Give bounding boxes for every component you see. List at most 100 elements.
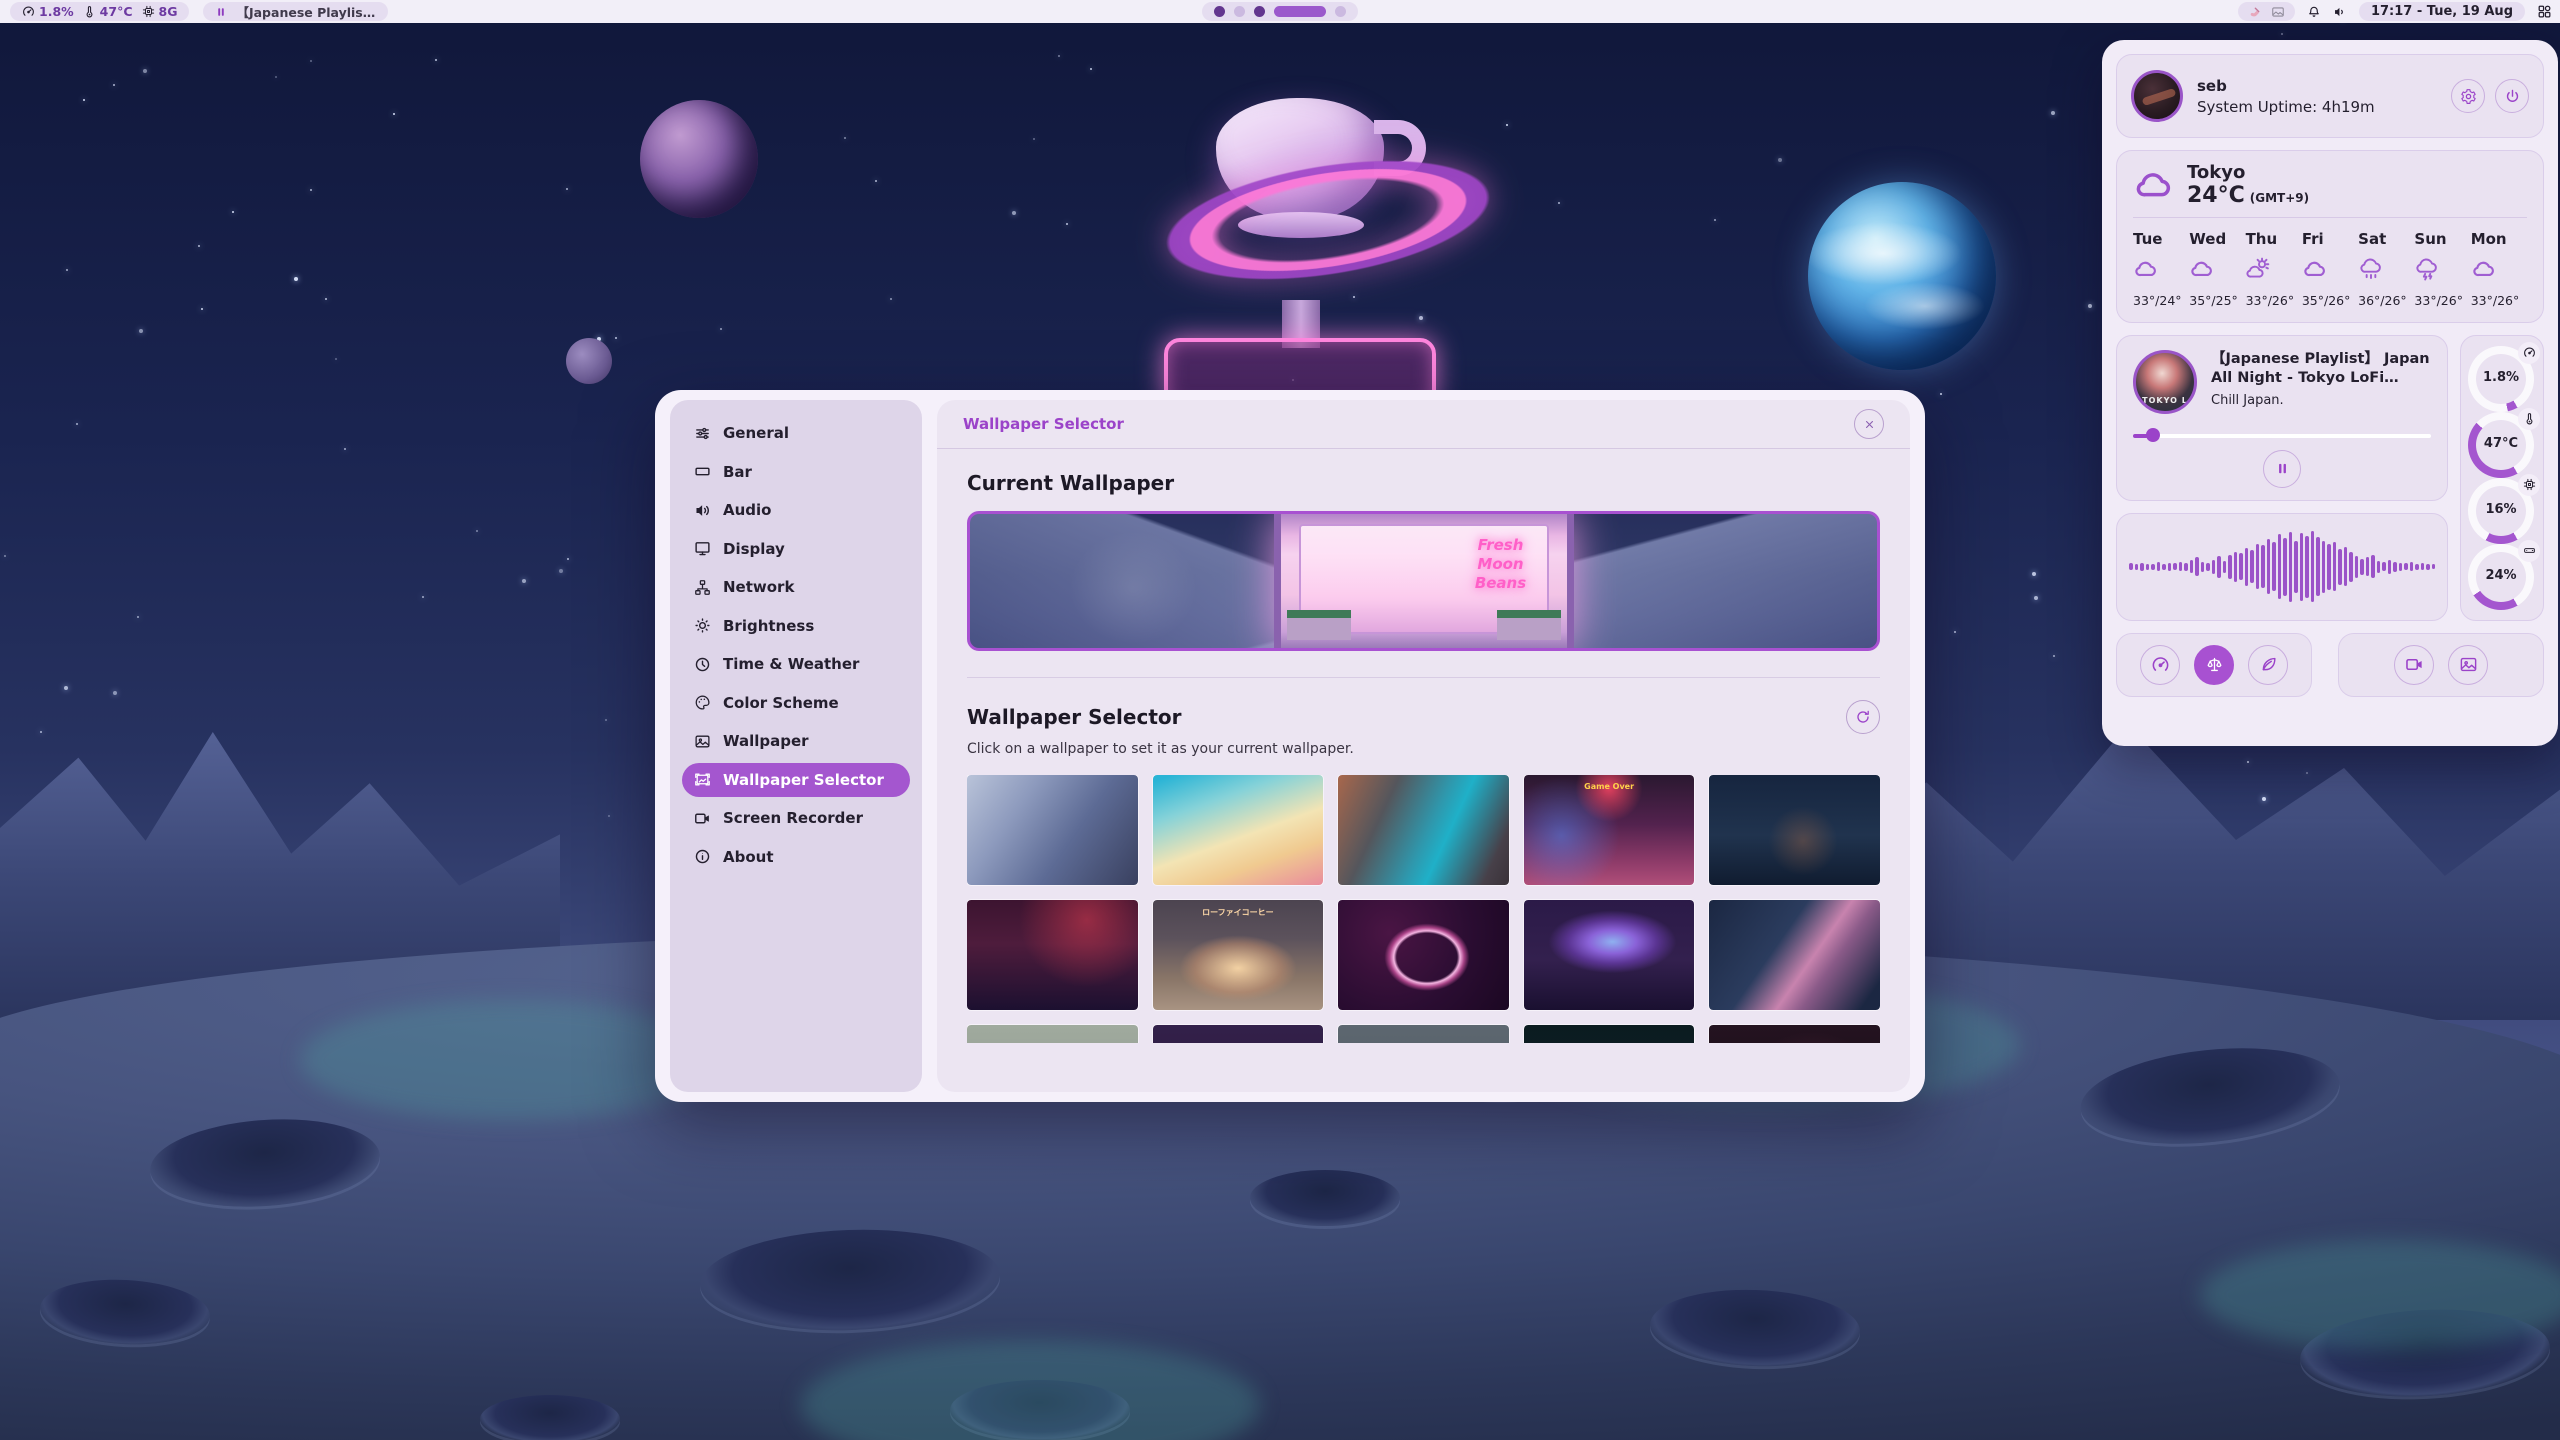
wallpaper-thumbnail-dark-teal[interactable]: [1524, 1025, 1695, 1043]
waveform-bar: [2371, 555, 2375, 578]
waveform-bar: [2217, 556, 2221, 578]
wallpaper-thumbnail-dark-maroon[interactable]: [1709, 1025, 1880, 1043]
sidebar-item-brightness[interactable]: Brightness: [682, 609, 910, 643]
display-icon: [694, 540, 711, 557]
workspace-dot-3[interactable]: [1254, 6, 1265, 17]
waveform-bar: [2366, 557, 2370, 576]
sidebar-item-audio[interactable]: Audio: [682, 493, 910, 527]
power-icon: [2504, 88, 2521, 105]
forecast-day-label: Tue: [2133, 230, 2189, 248]
wallpaper-thumbnail-purple-glow-ring[interactable]: [1338, 900, 1509, 1010]
waveform-bar: [2195, 557, 2199, 576]
notifications-bell-icon[interactable]: [2307, 5, 2321, 19]
sidebar-item-bar[interactable]: Bar: [682, 455, 910, 489]
action-wallpaper-button[interactable]: [2448, 645, 2488, 685]
sidebar-item-general[interactable]: General: [682, 416, 910, 450]
sidebar-item-display[interactable]: Display: [682, 532, 910, 566]
pause-button[interactable]: [2263, 450, 2301, 488]
forecast-temps: 33°/26°: [2471, 293, 2527, 308]
waveform-bar: [2305, 536, 2309, 598]
user-name: seb: [2197, 77, 2375, 95]
volume-icon[interactable]: [2333, 5, 2347, 19]
power-button[interactable]: [2495, 79, 2529, 113]
profile-performance-button[interactable]: [2140, 645, 2180, 685]
wallpaper-thumbnail-lofi-coffee-shop[interactable]: ローファイコーヒー: [1153, 900, 1324, 1010]
profile-power-saver-button[interactable]: [2248, 645, 2288, 685]
workspace-dot-5[interactable]: [1335, 6, 1346, 17]
forecast-day-sat: Sat36°/26°: [2358, 230, 2414, 308]
stat-ring-gauge: 1.8%: [2468, 346, 2536, 412]
sidebar-item-screen-recorder[interactable]: Screen Recorder: [682, 801, 910, 835]
star: [325, 298, 327, 300]
weather-temperature: 24°C: [2187, 184, 2245, 207]
star: [890, 298, 892, 300]
star: [1558, 202, 1560, 204]
system-tray[interactable]: [2238, 2, 2295, 21]
waveform-bar: [2272, 542, 2276, 591]
storm-icon: [2414, 256, 2470, 286]
gauge-icon: [2151, 655, 2170, 674]
wallpaper-thumbnail-neon-arcade-alley[interactable]: Game Over: [1524, 775, 1695, 885]
sidebar-item-about[interactable]: About: [682, 840, 910, 874]
workspace-dot-1[interactable]: [1214, 6, 1225, 17]
close-button[interactable]: [1854, 409, 1884, 439]
workspace-indicator[interactable]: [1202, 2, 1358, 21]
system-stats-card: 1.8%47°C16%24%: [2460, 335, 2544, 621]
avatar: [2131, 70, 2183, 122]
media-pill[interactable]: 【Japanese Playlist】 J...: [203, 2, 388, 21]
wallpaper-thumbnail-sage-field[interactable]: [967, 1025, 1138, 1043]
cloud-glyph-icon: [2471, 256, 2497, 282]
gauge-badge: [2518, 342, 2540, 364]
video-icon: [2405, 655, 2424, 674]
clock-pill[interactable]: 17:17 - Tue, 19 Aug: [2359, 2, 2525, 21]
temp-stat: 47°C: [83, 4, 133, 19]
star: [2247, 761, 2249, 763]
star: [310, 60, 312, 62]
settings-button[interactable]: [2451, 79, 2485, 113]
star: [232, 211, 234, 213]
pause-icon[interactable]: [215, 6, 227, 18]
refresh-button[interactable]: [1846, 700, 1880, 734]
sidebar-item-network[interactable]: Network: [682, 570, 910, 604]
sidebar-item-time-weather[interactable]: Time & Weather: [682, 647, 910, 681]
media-progress-slider[interactable]: [2133, 428, 2431, 442]
workspace-dot-2[interactable]: [1234, 6, 1245, 17]
star: [294, 277, 298, 281]
wallpaper-thumbnail-dark-snowy-village[interactable]: [1709, 775, 1880, 885]
waveform-bar: [2234, 552, 2238, 582]
star: [83, 99, 85, 101]
sidebar-item-wallpaper[interactable]: Wallpaper: [682, 724, 910, 758]
wallpaper-thumbnail-slate-minimal[interactable]: [1338, 1025, 1509, 1043]
sidebar-item-label: Wallpaper Selector: [723, 771, 884, 789]
action-screen-record-button[interactable]: [2394, 645, 2434, 685]
app-launcher-icon[interactable]: [2537, 4, 2552, 19]
wallpaper-thumbnail-crimson-forest-figure[interactable]: [967, 900, 1138, 1010]
star: [720, 328, 722, 330]
sidebar-item-color-scheme[interactable]: Color Scheme: [682, 686, 910, 720]
stat-ring-chip: 16%: [2468, 478, 2536, 544]
waveform-bar: [2421, 563, 2425, 570]
close-icon: [1863, 418, 1876, 431]
grid-icon: [2537, 4, 2552, 19]
waveform-bar: [2388, 560, 2392, 574]
wallpaper-thumbnail-nebula-forest[interactable]: [1524, 900, 1695, 1010]
waveform-bar: [2206, 563, 2210, 571]
workspace-dot-4[interactable]: [1274, 6, 1326, 17]
slider-knob[interactable]: [2146, 428, 2160, 442]
sidebar-item-wallpaper-selector[interactable]: Wallpaper Selector: [682, 763, 910, 797]
profile-balanced-button[interactable]: [2194, 645, 2234, 685]
wallpaper-thumbnail-abstract-blur[interactable]: [1338, 775, 1509, 885]
wallpaper-thumbnail-wireframe-mesh-wave[interactable]: [1709, 900, 1880, 1010]
wallpaper-thumbnail-anime-girl-crosswalk[interactable]: [967, 775, 1138, 885]
wallpaper-thumbnail-pastel-gradient[interactable]: [1153, 775, 1324, 885]
waveform-bar: [2360, 559, 2364, 575]
cloud-icon: [2133, 256, 2189, 286]
system-stats-pill[interactable]: 1.8% 47°C 8G: [10, 2, 189, 21]
tray-image-icon[interactable]: [2271, 5, 2285, 19]
cloud-glyph-icon: [2189, 256, 2215, 282]
waveform-bar: [2212, 560, 2216, 574]
tray-app-icon[interactable]: [2248, 5, 2262, 19]
leaf-icon: [2259, 655, 2278, 674]
wallpaper-thumbnail-coral-trees[interactable]: [1153, 1025, 1324, 1043]
forecast-temps: 36°/26°: [2358, 293, 2414, 308]
